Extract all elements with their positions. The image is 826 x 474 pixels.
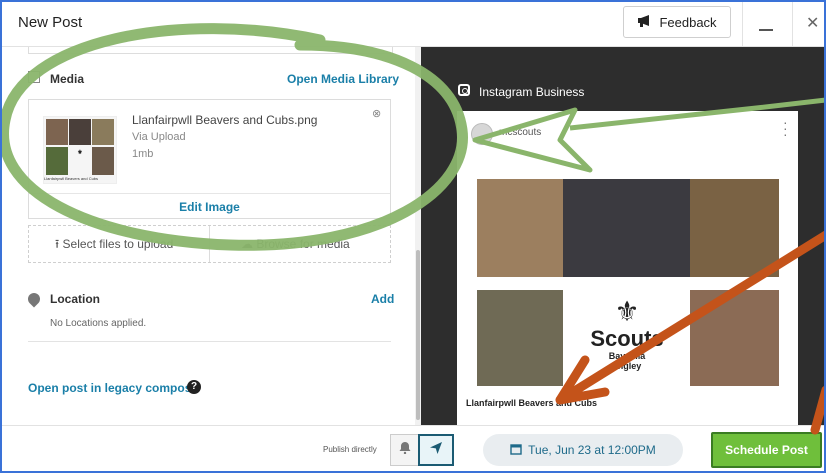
more-options-icon[interactable]: · · · (783, 115, 788, 141)
help-icon[interactable]: ? (187, 380, 201, 394)
open-media-library-link[interactable]: Open Media Library (287, 72, 399, 86)
select-files-button[interactable]: ⭱ Select files to upload (55, 226, 173, 262)
feedback-label: Feedback (659, 14, 717, 30)
calendar-icon (510, 443, 522, 458)
media-thumbnail[interactable]: ⚜ Llanfairpwll Beavers and Cubs (43, 116, 117, 184)
photo-tile (690, 290, 779, 386)
footer-bar: Publish directly Tue, Jun 23 at 12:00PM … (0, 425, 826, 474)
media-section-label: Media (50, 72, 85, 86)
titlebar-divider (742, 0, 743, 46)
browse-media-label: Browse for media (256, 237, 350, 251)
avatar (471, 123, 493, 145)
photo-tile (477, 179, 563, 277)
add-location-button[interactable]: Add (371, 292, 394, 306)
photo-tile (690, 179, 779, 277)
divider (28, 341, 391, 342)
post-caption: Llanfairpwll Beavers and Cubs (466, 398, 598, 408)
location-empty-text: No Locations applied. (50, 318, 147, 329)
paper-plane-icon (429, 441, 443, 460)
photo-tile (563, 179, 690, 277)
network-label: Instagram Business (479, 85, 585, 99)
select-files-label: Select files to upload (62, 237, 174, 251)
title-bar: New Post Feedback ✕ (0, 0, 826, 47)
preview-image: ⚜ Scouts Bays Mâ angley (477, 179, 779, 386)
file-name: Llanfairpwll Beavers and Cubs.png (132, 113, 318, 127)
close-icon[interactable]: ✕ (806, 13, 819, 33)
minimize-icon[interactable] (757, 12, 775, 32)
photo-tile (477, 290, 563, 386)
location-label: Location (50, 292, 100, 306)
browse-media-button[interactable]: ☁ Browse for media (241, 226, 350, 262)
legacy-compose-link[interactable]: Open post in legacy compose (28, 381, 198, 395)
account-name: mcscouts (499, 127, 542, 138)
upload-icon: ⭱ (55, 237, 60, 251)
feedback-button[interactable]: Feedback (623, 6, 731, 38)
publish-directly-toggle[interactable] (418, 434, 454, 466)
edit-image-button[interactable]: Edit Image (29, 193, 390, 220)
fleur-de-lis-icon: ⚜ (614, 296, 640, 327)
media-attachment-card: ⚜ Llanfairpwll Beavers and Cubs Llanfair… (28, 99, 391, 219)
image-icon (28, 71, 40, 83)
remove-media-icon[interactable]: ⊗ (372, 107, 381, 120)
message-field[interactable] (28, 47, 393, 54)
schedule-post-button[interactable]: Schedule Post (711, 432, 822, 468)
file-size: 1mb (132, 148, 154, 160)
schedule-date: Tue, Jun 23 at 12:00PM (528, 443, 656, 457)
instagram-icon (458, 84, 470, 96)
notification-toggle[interactable] (390, 434, 418, 466)
scouts-wordmark: Scouts (590, 326, 664, 351)
thumbnail-caption: Llanfairpwll Beavers and Cubs (44, 176, 99, 181)
schedule-date-picker[interactable]: Tue, Jun 23 at 12:00PM (483, 434, 683, 466)
preview-panel: Instagram Business mcscouts · · · ⚜ Scouts… (421, 47, 826, 425)
scouts-mini-logo: ⚜ (77, 150, 83, 156)
scouts-logo: ⚜ Scouts Bays Mâ angley (582, 296, 672, 372)
scrollbar-thumb[interactable] (416, 250, 420, 420)
cloud-icon: ☁ (241, 237, 253, 251)
window-title: New Post (18, 14, 83, 31)
compose-panel: Media Open Media Library ⚜ Llanfairpwll … (0, 47, 415, 425)
publish-directly-label: Publish directly (323, 445, 377, 454)
upload-area: ⭱ Select files to upload ☁ Browse for me… (28, 225, 391, 263)
file-source: Via Upload (132, 131, 186, 143)
scouts-group-text: Bays Mâ angley (608, 351, 646, 371)
location-pin-icon (25, 290, 43, 308)
post-preview-card: mcscouts · · · ⚜ Scouts Bays Mâ angley Lla… (457, 111, 798, 425)
titlebar-divider (792, 0, 793, 46)
megaphone-icon (637, 14, 653, 30)
upload-divider (209, 226, 210, 262)
bell-icon (399, 441, 411, 459)
